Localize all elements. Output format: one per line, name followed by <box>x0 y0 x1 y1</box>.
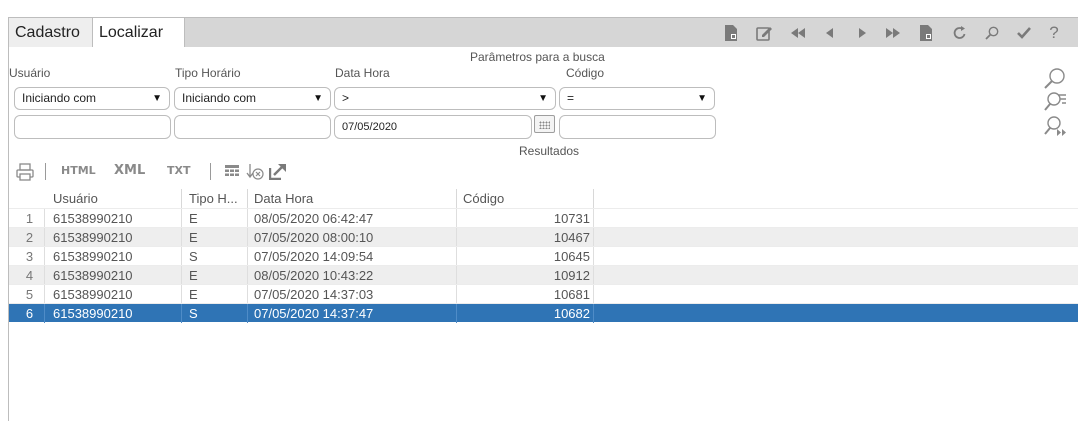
column-header-tipo[interactable]: Tipo H... <box>182 189 248 208</box>
tipo-horario-operator-select[interactable]: Iniciando com ▼ <box>174 87 331 110</box>
chevron-down-icon: ▼ <box>697 93 707 104</box>
cell-codigo[interactable]: 10645 <box>457 247 594 266</box>
codigo-caption: Código <box>566 66 605 80</box>
row-number: 5 <box>9 285 45 304</box>
data-hora-caption: Data Hora <box>335 66 390 80</box>
usuario-caption: Usuário <box>9 66 51 80</box>
tipo-horario-input[interactable] <box>174 115 331 139</box>
cell-codigo[interactable]: 10912 <box>457 266 594 285</box>
table-row[interactable]: 1 61538990210 E 08/05/2020 06:42:47 1073… <box>9 208 1078 228</box>
previous-record-icon[interactable] <box>819 23 841 43</box>
cell-tipo[interactable]: S <box>182 247 248 266</box>
cell-usuario[interactable]: 61538990210 <box>45 247 182 266</box>
chevron-down-icon: ▼ <box>152 93 162 104</box>
divider <box>210 163 211 180</box>
divider <box>45 163 46 180</box>
cell-usuario[interactable]: 61538990210 <box>45 304 182 323</box>
export-html-button[interactable]: HTML <box>61 164 96 177</box>
cell-data-hora[interactable]: 07/05/2020 08:00:10 <box>248 228 457 247</box>
tipo-horario-caption: Tipo Horário <box>175 66 241 80</box>
usuario-input[interactable] <box>14 115 171 139</box>
cell-tipo[interactable]: E <box>182 266 248 285</box>
cell-codigo[interactable]: 10731 <box>457 209 594 228</box>
cell-tipo[interactable]: E <box>182 228 248 247</box>
export-icon[interactable] <box>268 162 287 183</box>
export-txt-button[interactable]: TXT <box>167 164 191 177</box>
data-hora-operator-value: > <box>342 91 350 105</box>
confirm-icon[interactable] <box>1013 23 1035 43</box>
columns-icon[interactable] <box>224 164 240 181</box>
cell-usuario[interactable]: 61538990210 <box>45 209 182 228</box>
cell-data-hora[interactable]: 08/05/2020 10:43:22 <box>248 266 457 285</box>
codigo-input[interactable] <box>559 115 716 139</box>
next-record-icon[interactable] <box>851 23 873 43</box>
grid-header: Usuário Tipo H... Data Hora Código <box>9 189 1078 208</box>
refresh-icon[interactable] <box>949 23 971 43</box>
edit-icon[interactable] <box>753 23 775 43</box>
row-number: 4 <box>9 266 45 285</box>
table-row[interactable]: 5 61538990210 E 07/05/2020 14:37:03 1068… <box>9 284 1078 304</box>
cell-codigo[interactable]: 10681 <box>457 285 594 304</box>
codigo-operator-select[interactable]: = ▼ <box>559 87 715 110</box>
column-header-usuario[interactable]: Usuário <box>45 189 182 208</box>
cell-codigo[interactable]: 10682 <box>457 304 594 323</box>
cell-data-hora[interactable]: 07/05/2020 14:37:03 <box>248 285 457 304</box>
search-icon[interactable] <box>981 23 1003 43</box>
cell-data-hora[interactable]: 07/05/2020 14:09:54 <box>248 247 457 266</box>
cell-codigo[interactable]: 10467 <box>457 228 594 247</box>
column-header-codigo[interactable]: Código <box>457 189 594 208</box>
cell-data-hora[interactable]: 08/05/2020 06:42:47 <box>248 209 457 228</box>
tipo-horario-operator-value: Iniciando com <box>182 91 257 105</box>
cell-tipo[interactable]: E <box>182 285 248 304</box>
print-icon[interactable] <box>16 163 34 184</box>
row-number: 6 <box>9 304 45 323</box>
data-hora-operator-select[interactable]: > ▼ <box>334 87 556 110</box>
results-section-title: Resultados <box>519 144 580 158</box>
first-record-icon[interactable] <box>787 23 809 43</box>
results-grid: Usuário Tipo H... Data Hora Código 1 615… <box>9 189 1078 323</box>
search-section-title: Parâmetros para a busca <box>470 50 605 64</box>
chevron-down-icon: ▼ <box>538 93 548 104</box>
tab-localizar[interactable]: Localizar <box>93 18 185 47</box>
cell-usuario[interactable]: 61538990210 <box>45 285 182 304</box>
row-number: 1 <box>9 209 45 228</box>
search-icon[interactable] <box>1043 67 1067 94</box>
document-alt-icon[interactable] <box>915 23 937 43</box>
cell-data-hora[interactable]: 07/05/2020 14:37:47 <box>248 304 457 323</box>
cell-usuario[interactable]: 61538990210 <box>45 228 182 247</box>
usuario-operator-value: Iniciando com <box>22 91 97 105</box>
row-number: 3 <box>9 247 45 266</box>
last-record-icon[interactable] <box>882 23 904 43</box>
clear-sort-icon[interactable] <box>246 163 264 184</box>
cell-usuario[interactable]: 61538990210 <box>45 266 182 285</box>
usuario-operator-select[interactable]: Iniciando com ▼ <box>14 87 170 110</box>
tab-cadastro[interactable]: Cadastro <box>9 18 93 47</box>
search-next-icon[interactable] <box>1043 115 1067 142</box>
calendar-icon[interactable] <box>534 115 555 133</box>
cell-tipo[interactable]: E <box>182 209 248 228</box>
export-xml-button[interactable]: XML <box>114 163 145 178</box>
table-row[interactable]: 4 61538990210 E 08/05/2020 10:43:22 1091… <box>9 265 1078 285</box>
document-icon[interactable] <box>720 23 742 43</box>
filter-search-icon[interactable] <box>1043 91 1067 116</box>
row-number: 2 <box>9 228 45 247</box>
table-row-selected[interactable]: 6 61538990210 S 07/05/2020 14:37:47 1068… <box>9 303 1078 323</box>
column-header-data-hora[interactable]: Data Hora <box>248 189 457 208</box>
help-icon[interactable]: ? <box>1043 23 1065 43</box>
top-toolbar: Cadastro Localizar ? <box>9 18 1078 47</box>
data-hora-input[interactable]: 07/05/2020 <box>334 115 532 139</box>
chevron-down-icon: ▼ <box>313 93 323 104</box>
table-row[interactable]: 2 61538990210 E 07/05/2020 08:00:10 1046… <box>9 227 1078 247</box>
table-row[interactable]: 3 61538990210 S 07/05/2020 14:09:54 1064… <box>9 246 1078 266</box>
row-number-header <box>9 189 45 208</box>
cell-tipo[interactable]: S <box>182 304 248 323</box>
codigo-operator-value: = <box>567 91 575 105</box>
